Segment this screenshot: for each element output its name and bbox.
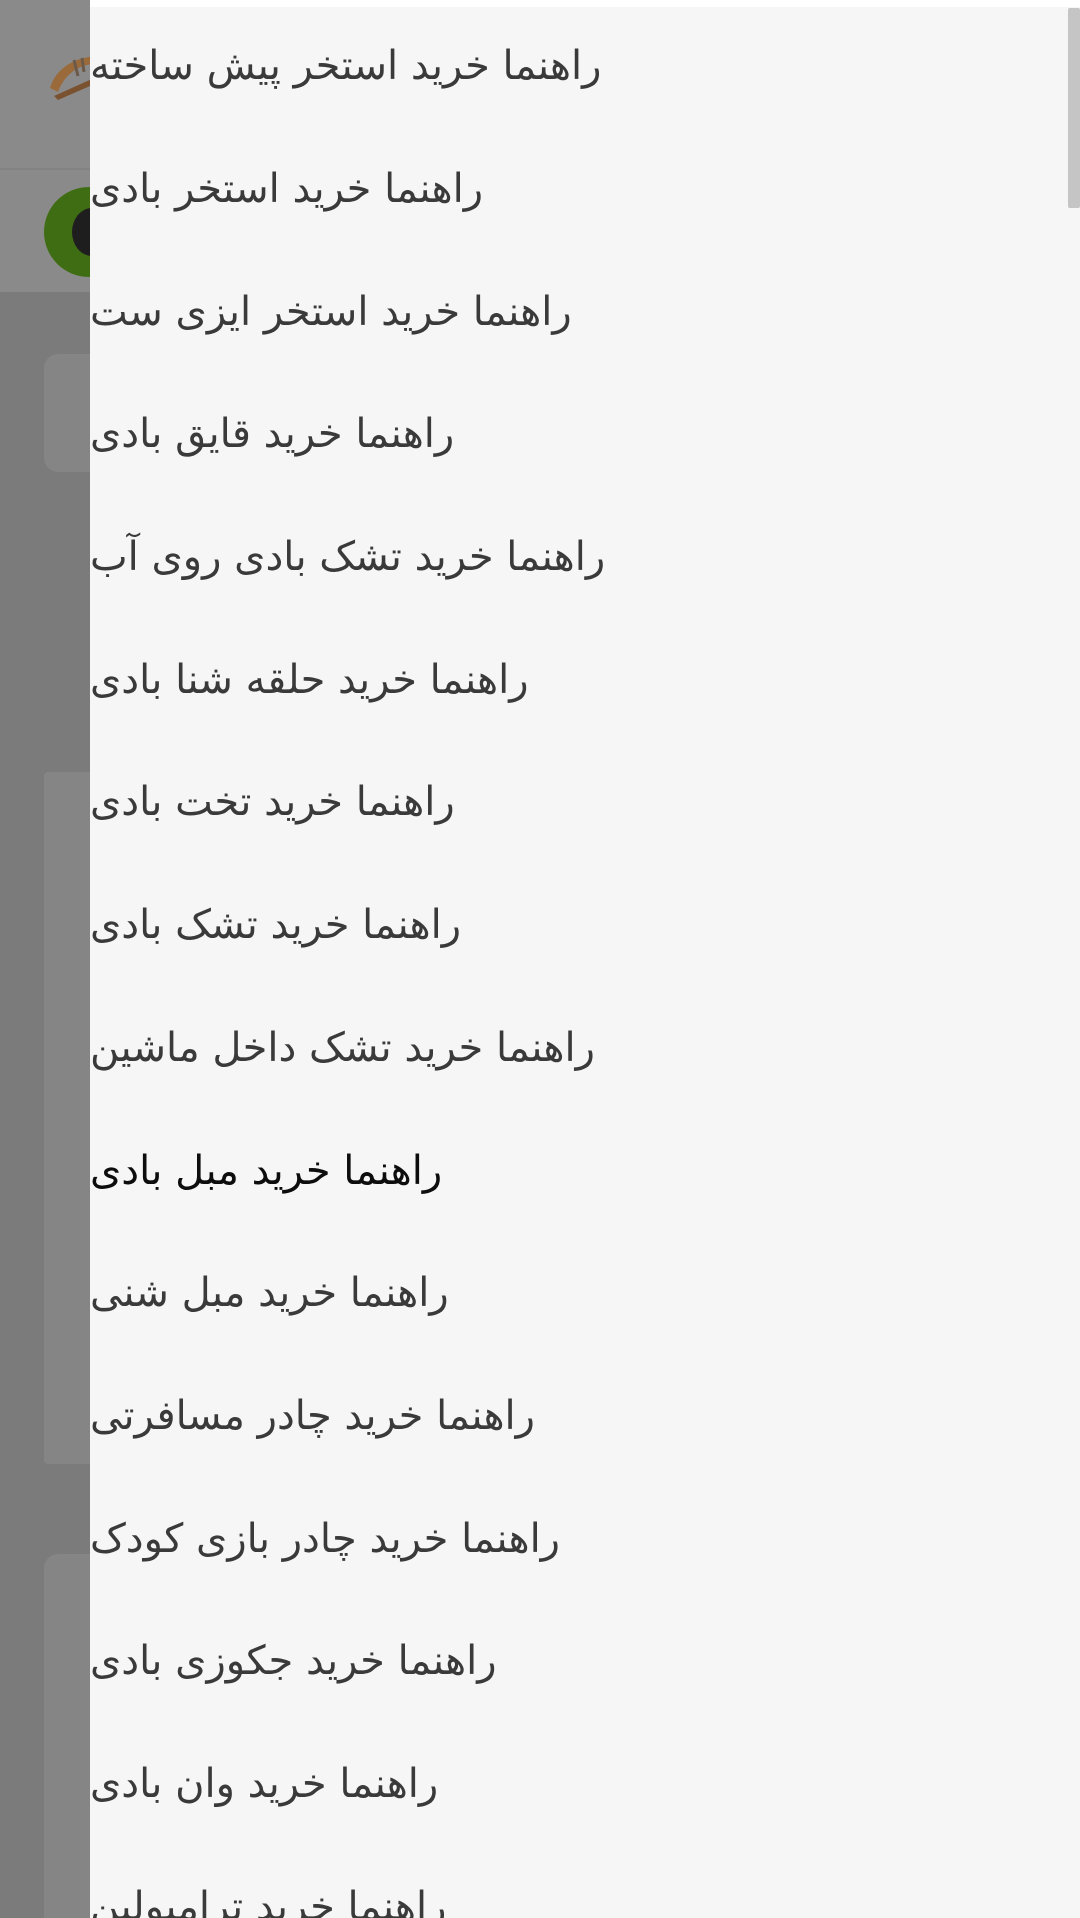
menu-item-inflatable-bed-guide[interactable]: راهنما خرید تخت بادی <box>90 741 1080 864</box>
menu-item-label: راهنما خرید چادر مسافرتی <box>90 1392 535 1439</box>
menu-item-inflatable-bathtub-guide[interactable]: راهنما خرید وان بادی <box>90 1723 1080 1846</box>
scrollbar[interactable] <box>1068 0 1080 1918</box>
menu-item-water-mattress-guide[interactable]: راهنما خرید تشک بادی روی آب <box>90 496 1080 619</box>
menu-item-label: راهنما خرید چادر بازی کودک <box>90 1515 560 1562</box>
menu-item-label: راهنما خرید استخر بادی <box>90 166 484 213</box>
menu-item-label: راهنما خرید تشک داخل ماشین <box>90 1024 595 1071</box>
menu-item-label: راهنما خرید وان بادی <box>90 1760 439 1807</box>
menu-item-inflatable-boat-guide[interactable]: راهنما خرید قایق بادی <box>90 373 1080 496</box>
menu-item-prefab-pool-guide[interactable]: راهنما خرید استخر پیش ساخته <box>90 5 1080 128</box>
menu-item-label: راهنما خرید جکوزی بادی <box>90 1638 497 1685</box>
menu-item-label: راهنما خرید ترامپولین <box>90 1883 447 1918</box>
scrollbar-thumb[interactable] <box>1068 8 1080 208</box>
menu-item-air-mattress-guide[interactable]: راهنما خرید تشک بادی <box>90 864 1080 987</box>
menu-item-label: راهنما خرید حلقه شنا بادی <box>90 656 529 703</box>
menu-item-label: راهنما خرید استخر پیش ساخته <box>90 43 602 90</box>
page: راهنما خرید استخر پیش ساخته راهنما خرید … <box>0 0 1080 1918</box>
menu-item-label: راهنما خرید قایق بادی <box>90 411 455 458</box>
menu-item-easy-set-pool-guide[interactable]: راهنما خرید استخر ایزی ست <box>90 250 1080 373</box>
menu-item-bean-bag-guide[interactable]: راهنما خرید مبل شنی <box>90 1232 1080 1355</box>
menu-item-inflatable-pool-guide[interactable]: راهنما خرید استخر بادی <box>90 128 1080 251</box>
menu-item-kids-play-tent-guide[interactable]: راهنما خرید چادر بازی کودک <box>90 1477 1080 1600</box>
menu-item-label: راهنما خرید استخر ایزی ست <box>90 288 572 335</box>
menu-item-car-mattress-guide[interactable]: راهنما خرید تشک داخل ماشین <box>90 987 1080 1110</box>
drawer-menu: راهنما خرید استخر پیش ساخته راهنما خرید … <box>90 5 1080 1918</box>
menu-item-inflatable-jacuzzi-guide[interactable]: راهنما خرید جکوزی بادی <box>90 1600 1080 1723</box>
menu-item-inflatable-sofa-guide[interactable]: راهنما خرید مبل بادی <box>90 1109 1080 1232</box>
menu-item-label: راهنما خرید تشک بادی روی آب <box>90 534 606 581</box>
menu-item-label: راهنما خرید مبل بادی <box>90 1147 443 1194</box>
menu-item-label: راهنما خرید مبل شنی <box>90 1270 449 1317</box>
menu-item-trampoline-guide[interactable]: راهنما خرید ترامپولین <box>90 1845 1080 1918</box>
menu-item-camping-tent-guide[interactable]: راهنما خرید چادر مسافرتی <box>90 1355 1080 1478</box>
navigation-drawer: راهنما خرید استخر پیش ساخته راهنما خرید … <box>90 0 1080 1918</box>
menu-item-label: راهنما خرید تخت بادی <box>90 779 455 826</box>
menu-item-label: راهنما خرید تشک بادی <box>90 902 462 949</box>
menu-item-swim-ring-guide[interactable]: راهنما خرید حلقه شنا بادی <box>90 618 1080 741</box>
